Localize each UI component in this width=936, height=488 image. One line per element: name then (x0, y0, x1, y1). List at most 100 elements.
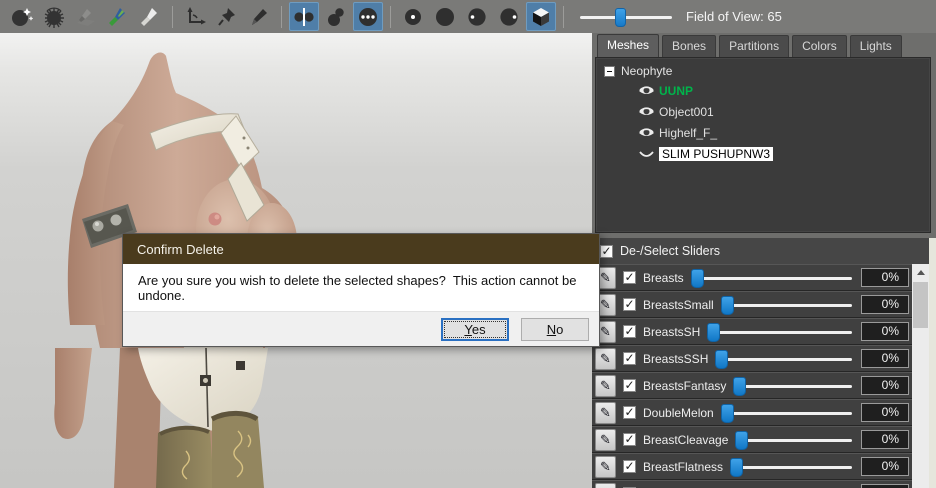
mask-brush-icon[interactable] (103, 2, 133, 31)
deselect-sliders-checkbox[interactable]: ✓ (600, 245, 613, 258)
edit-slider-icon[interactable]: ✎ (595, 375, 616, 397)
tab-bones[interactable]: Bones (662, 35, 716, 57)
slider-track[interactable] (643, 484, 854, 488)
edit-slider-icon[interactable]: ✎ (595, 348, 616, 370)
slider-checkbox[interactable]: ✓ (623, 406, 636, 419)
slider-checkbox[interactable]: ✓ (623, 352, 636, 365)
x-mirror-toggle-icon[interactable] (289, 2, 319, 31)
slider-checkbox[interactable]: ✓ (623, 271, 636, 284)
slider-thumb[interactable] (707, 323, 720, 342)
slider-thumb[interactable] (733, 377, 746, 396)
panel-edge-strip (929, 238, 936, 488)
slider-label: Breasts (643, 271, 684, 285)
tree-root-label: Neophyte (621, 64, 672, 78)
brush-circle-left-dot-icon[interactable] (462, 2, 492, 31)
eye-open-icon[interactable] (638, 126, 655, 140)
slider-thumb[interactable] (730, 458, 743, 477)
tree-item-highelf[interactable]: Highelf_F_ (638, 124, 922, 141)
deselect-sliders-label: De-/Select Sliders (620, 244, 720, 258)
deselect-sliders-row[interactable]: ✓ De-/Select Sliders (592, 238, 929, 264)
brush-circle-center-dot-icon[interactable] (398, 2, 428, 31)
slider-value[interactable]: 0% (861, 403, 909, 422)
slider-checkbox[interactable]: ✓ (623, 460, 636, 473)
brush-circle-right-dot-icon[interactable] (494, 2, 524, 31)
eye-closed-icon[interactable] (638, 147, 655, 161)
tab-colors[interactable]: Colors (792, 35, 847, 57)
slider-thumb[interactable] (735, 431, 748, 450)
pin-tool-icon[interactable] (212, 2, 242, 31)
slider-value[interactable]: 0% (861, 349, 909, 368)
edit-slider-icon[interactable]: ✎ (595, 429, 616, 451)
scrollbar-up-icon[interactable] (912, 264, 929, 281)
slider-track[interactable] (733, 376, 854, 396)
connected-only-toggle-icon[interactable] (353, 2, 383, 31)
tab-meshes[interactable]: Meshes (597, 34, 659, 57)
slider-thumb[interactable] (691, 269, 704, 288)
tab-partitions[interactable]: Partitions (719, 35, 789, 57)
tree-item-label: UUNP (659, 84, 693, 98)
pencil-tool-icon[interactable] (244, 2, 274, 31)
slider-checkbox[interactable]: ✓ (623, 298, 636, 311)
unmask-brush-icon[interactable] (135, 2, 165, 31)
tree-item-object001[interactable]: Object001 (638, 103, 922, 120)
slider-track[interactable] (735, 430, 854, 450)
slider-value[interactable]: 0% (861, 322, 909, 341)
toolbar-separator (172, 6, 173, 28)
slider-label: BreastFlatness (643, 460, 723, 474)
tree-item-slim-pushupnw3[interactable]: SLIM PUSHUPNW3 (638, 145, 922, 162)
edit-slider-icon[interactable]: ✎ (595, 402, 616, 424)
slider-row-partial (592, 480, 912, 488)
collapse-icon[interactable] (604, 66, 615, 77)
slider-checkbox[interactable]: ✓ (623, 433, 636, 446)
yes-button[interactable]: Yes (441, 318, 509, 341)
fov-slider-thumb[interactable] (615, 8, 626, 27)
fov-slider[interactable] (580, 7, 672, 27)
transform-tool-icon[interactable] (180, 2, 210, 31)
edit-slider-icon[interactable]: ✎ (595, 456, 616, 478)
slider-row-breastcleavage: ✎ ✓ BreastCleavage 0% (592, 426, 912, 453)
slider-thumb[interactable] (721, 404, 734, 423)
slider-thumb[interactable] (715, 350, 728, 369)
slider-value[interactable]: 0% (861, 295, 909, 314)
slider-thumb[interactable] (721, 296, 734, 315)
slider-track[interactable] (715, 349, 854, 369)
slider-value[interactable] (861, 484, 909, 488)
slider-value[interactable]: 0% (861, 268, 909, 287)
slider-label: BreastsSmall (643, 298, 714, 312)
tree-root-row[interactable]: Neophyte (604, 64, 922, 78)
inflate-brush-icon[interactable] (39, 2, 69, 31)
smooth-brush-icon[interactable] (71, 2, 101, 31)
brush-circle-solid-icon[interactable] (430, 2, 460, 31)
slider-row-breastssh: ✎ ✓ BreastsSH 0% (592, 318, 912, 345)
dialog-title-bar[interactable]: Confirm Delete (123, 234, 599, 264)
slider-track[interactable] (691, 268, 854, 288)
tree-item-uunp[interactable]: UUNP (638, 82, 922, 99)
slider-track[interactable] (721, 295, 854, 315)
eye-open-icon[interactable] (638, 84, 655, 98)
slider-label: DoubleMelon (643, 406, 714, 420)
eye-open-icon[interactable] (638, 105, 655, 119)
tab-lights[interactable]: Lights (850, 35, 902, 57)
move-brush-icon[interactable] (7, 2, 37, 31)
slider-track[interactable] (730, 457, 854, 477)
slider-row-breastsssh: ✎ ✓ BreastsSSH 0% (592, 345, 912, 372)
dialog-footer: Yes No (123, 311, 599, 346)
slider-track[interactable] (707, 322, 854, 342)
tree-item-label: SLIM PUSHUPNW3 (659, 147, 773, 161)
right-panel: Meshes Bones Partitions Colors Lights Ne… (592, 33, 936, 488)
slider-value[interactable]: 0% (861, 376, 909, 395)
edit-slider-icon[interactable] (595, 483, 616, 488)
scrollbar-thumb[interactable] (913, 282, 928, 328)
slider-track[interactable] (721, 403, 854, 423)
fov-control: Field of View: 65 (580, 7, 782, 27)
slider-scrollbar[interactable] (912, 264, 929, 488)
no-button[interactable]: No (521, 318, 589, 341)
perspective-cube-toggle-icon[interactable] (526, 2, 556, 31)
slider-checkbox[interactable]: ✓ (623, 379, 636, 392)
connected-vertices-icon[interactable] (321, 2, 351, 31)
slider-value[interactable]: 0% (861, 457, 909, 476)
panel-tabs: Meshes Bones Partitions Colors Lights (592, 33, 936, 57)
slider-value[interactable]: 0% (861, 430, 909, 449)
slider-checkbox[interactable]: ✓ (623, 325, 636, 338)
slider-list: ✎ ✓ Breasts 0% ✎ ✓ BreastsSmall 0% ✎ ✓ B… (592, 264, 912, 488)
